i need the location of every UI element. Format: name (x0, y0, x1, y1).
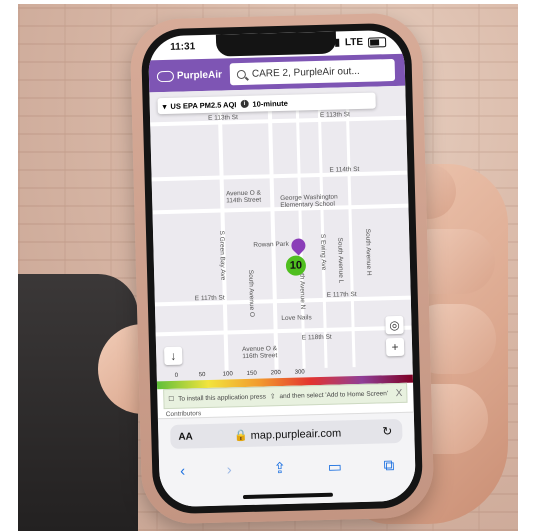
bookmarks-icon[interactable]: ▭ (328, 458, 343, 476)
share-icon[interactable]: ⇪ (273, 459, 286, 477)
battery-icon (367, 36, 387, 48)
label-ave-o-116: Avenue O & 116th Street (242, 345, 278, 361)
purpleair-logo[interactable]: PurpleAir (156, 69, 223, 82)
locate-me-button[interactable]: ◎ (385, 315, 404, 335)
notch (215, 31, 337, 57)
phone: 11:31 ▮▮▮ LTE PurpleAir CARE 2, PurpleA (129, 12, 435, 525)
location-pin-icon[interactable] (288, 235, 309, 256)
phone-screen: 11:31 ▮▮▮ LTE PurpleAir CARE 2, PurpleA (147, 29, 417, 508)
interval-label: 10-minute (252, 98, 288, 109)
network-label: LTE (344, 36, 364, 49)
road-h1 (150, 115, 407, 127)
back-icon[interactable]: ‹ (180, 462, 185, 479)
aqi-label: US EPA PM2.5 AQI (170, 99, 237, 111)
close-banner-button[interactable]: X (395, 387, 402, 398)
tick-150: 150 (246, 370, 257, 377)
lock-icon: 🔒 (233, 429, 248, 442)
street-green-bay: S Green Bay Ave (217, 230, 227, 281)
search-icon (236, 69, 247, 79)
banner-text-a: To install this application press (178, 392, 267, 403)
street-e117: E 117th St (194, 294, 225, 303)
tick-50: 50 (198, 372, 206, 379)
label-school: George Washington Elementary School (280, 193, 338, 210)
street-e118: E 118th St (301, 333, 332, 342)
street-ave-o: South Avenue O (247, 269, 256, 318)
street-e113-right: E 113th St (319, 111, 350, 119)
banner-text-b: and then select 'Add to Home Screen' (279, 389, 389, 400)
search-input[interactable]: CARE 2, PurpleAir out... (229, 58, 396, 86)
safari-toolbar: ‹ › ⇪ ▭ ⧉ (159, 453, 416, 484)
road-h5 (155, 325, 412, 337)
label-love-nails: Love Nails (281, 314, 312, 323)
logo-text: PurpleAir (176, 69, 223, 82)
label-rowan-park: Rowan Park (253, 240, 289, 249)
street-ave-l: South Avenue L (336, 237, 345, 284)
share-small-icon: ⇪ (269, 393, 276, 401)
road-h4 (154, 295, 411, 307)
layers-button[interactable]: ↓ (164, 346, 183, 366)
zoom-in-button[interactable]: + (385, 337, 405, 357)
phone-bezel: 11:31 ▮▮▮ LTE PurpleAir CARE 2, PurpleA (140, 22, 424, 515)
map-view[interactable]: ▾ US EPA PM2.5 AQI i 10-minute E 113th S… (149, 85, 414, 390)
street-ewing: S Ewing Ave (319, 233, 328, 271)
street-e117-right: E 117th St (326, 291, 357, 299)
dropdown-icon: ▾ (162, 101, 167, 111)
status-time: 11:31 (170, 41, 196, 53)
url-text: 🔒 map.purpleair.com (233, 427, 342, 442)
road-h2 (151, 170, 408, 182)
tabs-icon[interactable]: ⧉ (383, 457, 394, 474)
info-icon[interactable]: i (240, 99, 249, 109)
address-bar[interactable]: AA 🔒 map.purpleair.com ↻ (170, 418, 403, 449)
photo-scene: 11:31 ▮▮▮ LTE PurpleAir CARE 2, PurpleA (18, 4, 518, 531)
street-e114: E 114th St (329, 165, 360, 174)
forward-icon[interactable]: › (227, 461, 232, 478)
reload-button[interactable]: ↻ (382, 424, 392, 438)
street-ave-h: South Avenue H (363, 228, 373, 276)
tick-100: 100 (222, 371, 233, 378)
tick-200: 200 (270, 370, 281, 377)
home-indicator (242, 492, 333, 500)
street-e113: E 113th St (207, 114, 239, 122)
checkbox-icon[interactable]: ☐ (168, 395, 174, 403)
reader-button[interactable]: AA (178, 431, 193, 442)
tick-0: 0 (174, 372, 179, 379)
search-text: CARE 2, PurpleAir out... (251, 65, 360, 80)
safari-chrome: AA 🔒 map.purpleair.com ↻ ‹ › ⇪ ▭ ⧉ (157, 411, 417, 508)
tick-300: 300 (294, 369, 305, 376)
label-ave-o-114: Avenue O & 114th Street (225, 189, 262, 205)
cloud-icon (156, 70, 175, 82)
